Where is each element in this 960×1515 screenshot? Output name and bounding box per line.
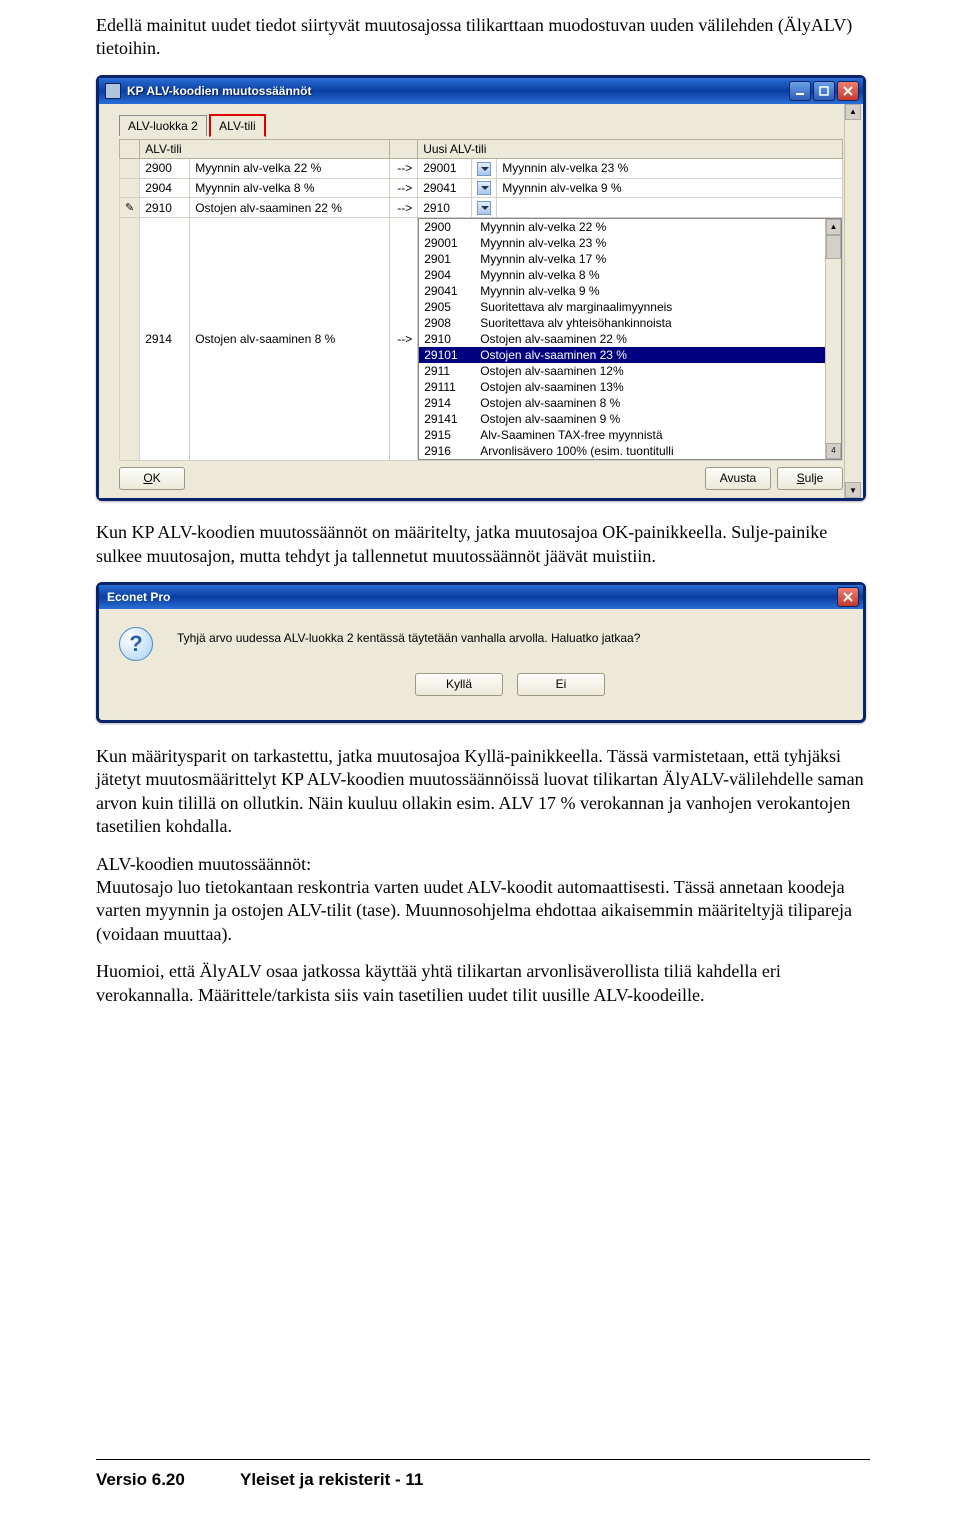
footer-section: Yleiset ja rekisterit - 11 [240,1470,423,1489]
scroll-up-icon[interactable]: ▲ [845,104,861,120]
arrow-icon: --> [390,158,418,178]
econet-dialog: Econet Pro ? Tyhjä arvo uudessa ALV-luok… [96,582,866,723]
help-button[interactable]: Avusta [705,467,771,490]
chevron-down-icon [477,162,491,176]
table-row[interactable]: 2914Ostojen alv-saaminen 8 %-->2900Myynn… [120,218,843,461]
dropdown-option[interactable]: 29001Myynnin alv-velka 23 % [419,235,825,251]
window-title: KP ALV-koodien muutossäännöt [127,84,311,98]
yes-button[interactable]: Kyllä [415,673,503,696]
cell-alv-name: Ostojen alv-saaminen 8 % [190,218,390,461]
dropdown-toggle[interactable] [472,178,497,198]
new-alv-dropdown-open[interactable]: 2900Myynnin alv-velka 22 %29001Myynnin a… [418,218,843,461]
table-row[interactable]: ✎2910Ostojen alv-saaminen 22 %-->2910 [120,198,843,218]
dropdown-option[interactable]: 29111Ostojen alv-saaminen 13% [419,379,825,395]
dropdown-option[interactable]: 2905Suoritettava alv marginaalimyynneis [419,299,825,315]
row-edit-marker [120,178,140,198]
cell-new-code[interactable]: 29041 [418,178,472,198]
page-footer: Versio 6.20 Yleiset ja rekisterit - 11 [96,1470,423,1490]
row-edit-marker [120,218,140,461]
cell-alv-name: Myynnin alv-velka 8 % [190,178,390,198]
dialog-titlebar[interactable]: Econet Pro [99,585,863,609]
dialog-title: Econet Pro [107,590,170,604]
tab-strip: ALV-luokka 2 ALV-tili [119,114,843,137]
dropdown-option[interactable]: 2900Myynnin alv-velka 22 % [419,219,825,235]
dropdown-option[interactable]: 2916Arvonlisävero 100% (esim. tuontitull… [419,443,825,459]
cell-alv-code[interactable]: 2914 [140,218,190,461]
cell-new-name [497,198,843,218]
grid-header-blank [390,139,418,158]
chevron-down-icon [477,201,491,215]
arrow-icon: --> [390,198,418,218]
close-button[interactable] [837,81,859,101]
dialog-close-button[interactable] [837,587,859,607]
row-edit-marker [120,158,140,178]
dropdown-option[interactable]: 2915Alv-Saaminen TAX-free myynnistä [419,427,825,443]
maximize-button[interactable] [813,81,835,101]
table-row[interactable]: 2904Myynnin alv-velka 8 %-->29041 Myynnin… [120,178,843,198]
dropdown-scrollbar[interactable]: ▲4 [825,219,841,459]
dropdown-option[interactable]: 29141Ostojen alv-saaminen 9 % [419,411,825,427]
paragraph-5: Huomioi, että ÄlyALV osaa jatkossa käytt… [96,960,870,1007]
cell-alv-code[interactable]: 2904 [140,178,190,198]
window-scrollbar[interactable]: ▲ ▼ [844,104,860,498]
dropdown-option[interactable]: 2911Ostojen alv-saaminen 12% [419,363,825,379]
cell-alv-code[interactable]: 2900 [140,158,190,178]
titlebar[interactable]: KP ALV-koodien muutossäännöt [99,78,863,104]
dropdown-option[interactable]: 2904Myynnin alv-velka 8 % [419,267,825,283]
tab-alv-luokka[interactable]: ALV-luokka 2 [119,115,207,136]
intro-paragraph: Edellä mainitut uudet tiedot siirtyvät m… [96,14,870,61]
dropdown-toggle[interactable] [472,198,497,218]
kp-alv-window: KP ALV-koodien muutossäännöt ▲ ▼ ALV-luo… [96,75,866,501]
dropdown-option[interactable]: 29041Myynnin alv-velka 9 % [419,283,825,299]
ok-button[interactable]: OK [119,467,185,490]
arrow-icon: --> [390,218,418,461]
table-row[interactable]: 2900Myynnin alv-velka 22 %-->29001 Myynni… [120,158,843,178]
grid-header-uusialvtili[interactable]: Uusi ALV-tili [418,139,843,158]
cell-new-code[interactable]: 29001 [418,158,472,178]
cell-alv-name: Myynnin alv-velka 22 % [190,158,390,178]
paragraph-4: ALV-koodien muutossäännöt:Muutosajo luo … [96,853,870,947]
dropdown-option[interactable]: 2908Suoritettava alv yhteisöhankinnoista [419,315,825,331]
close-window-button[interactable]: Sulje [777,467,843,490]
tab-alv-tili[interactable]: ALV-tili [209,114,265,137]
arrow-icon: --> [390,178,418,198]
dropdown-option[interactable]: 2901Myynnin alv-velka 17 % [419,251,825,267]
paragraph-2: Kun KP ALV-koodien muutossäännöt on määr… [96,521,870,568]
dialog-message: Tyhjä arvo uudessa ALV-luokka 2 kentässä… [177,631,843,645]
grid-header-gutter [120,139,140,158]
scroll-down-icon[interactable]: ▼ [845,482,861,498]
dropdown-option[interactable]: 29101Ostojen alv-saaminen 23 % [419,347,825,363]
question-icon: ? [119,627,153,661]
dropdown-toggle[interactable] [472,158,497,178]
grid-header-alvtili[interactable]: ALV-tili [140,139,390,158]
cell-new-code[interactable]: 2910 [418,198,472,218]
dropdown-option[interactable]: 2914Ostojen alv-saaminen 8 % [419,395,825,411]
cell-new-name: Myynnin alv-velka 23 % [497,158,843,178]
footer-divider [96,1459,870,1460]
no-button[interactable]: Ei [517,673,605,696]
cell-new-name: Myynnin alv-velka 9 % [497,178,843,198]
paragraph-3: Kun määritysparit on tarkastettu, jatka … [96,745,870,839]
cell-alv-name: Ostojen alv-saaminen 22 % [190,198,390,218]
minimize-button[interactable] [789,81,811,101]
footer-version: Versio 6.20 [96,1470,185,1489]
dropdown-option[interactable]: 2910Ostojen alv-saaminen 22 % [419,331,825,347]
row-edit-marker: ✎ [120,198,140,218]
rules-grid: ALV-tili Uusi ALV-tili 2900Myynnin alv-v… [119,139,843,461]
chevron-down-icon [477,181,491,195]
cell-alv-code[interactable]: 2910 [140,198,190,218]
app-icon [105,83,121,99]
